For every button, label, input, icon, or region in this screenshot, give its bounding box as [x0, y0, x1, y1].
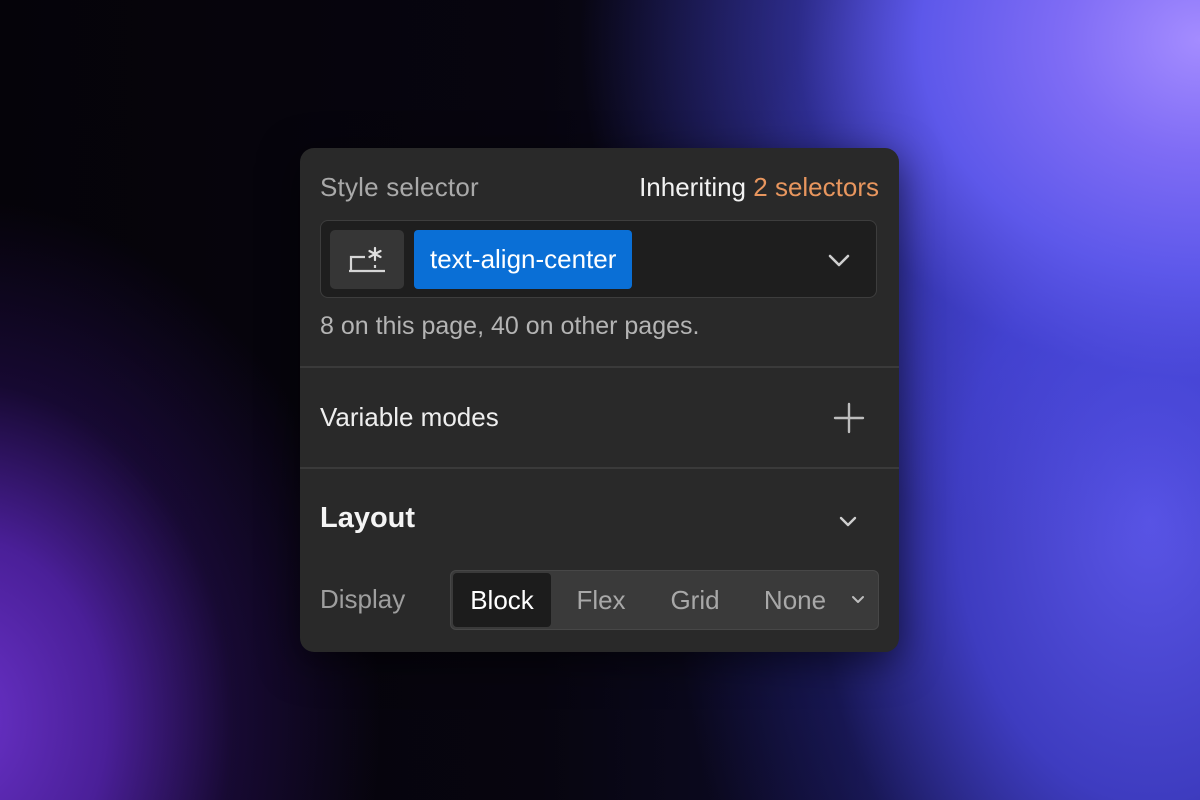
divider — [300, 366, 899, 368]
style-panel: Style selector Inheriting 2 selectors te… — [300, 148, 899, 652]
selector-usage-text: 8 on this page, 40 on other pages. — [320, 312, 700, 340]
inheriting-info[interactable]: Inheriting 2 selectors — [639, 172, 879, 203]
display-segmented-control: Block Flex Grid None — [450, 570, 879, 630]
inheriting-count[interactable]: 2 selectors — [753, 172, 879, 202]
selector-settings-button[interactable] — [330, 230, 404, 289]
variable-modes-label: Variable modes — [320, 402, 499, 432]
class-token[interactable]: text-align-center — [414, 230, 633, 289]
style-selector-section: Style selector Inheriting 2 selectors te… — [300, 148, 899, 366]
inheriting-prefix: Inheriting — [639, 172, 747, 202]
plus-icon[interactable] — [833, 402, 865, 434]
chevron-down-icon[interactable] — [850, 592, 866, 608]
display-option-block[interactable]: Block — [453, 573, 551, 627]
chevron-down-icon[interactable] — [837, 510, 859, 532]
style-selector-label: Style selector — [320, 172, 479, 202]
selector-field[interactable]: text-align-center — [320, 220, 877, 298]
display-option-flex[interactable]: Flex — [553, 573, 649, 627]
display-label: Display — [320, 584, 406, 614]
chevron-down-icon[interactable] — [826, 247, 852, 273]
display-option-grid[interactable]: Grid — [649, 573, 741, 627]
layout-section-title[interactable]: Layout — [320, 502, 415, 535]
divider — [300, 467, 899, 469]
selector-settings-icon — [349, 246, 385, 272]
display-option-none[interactable]: None — [743, 573, 847, 627]
